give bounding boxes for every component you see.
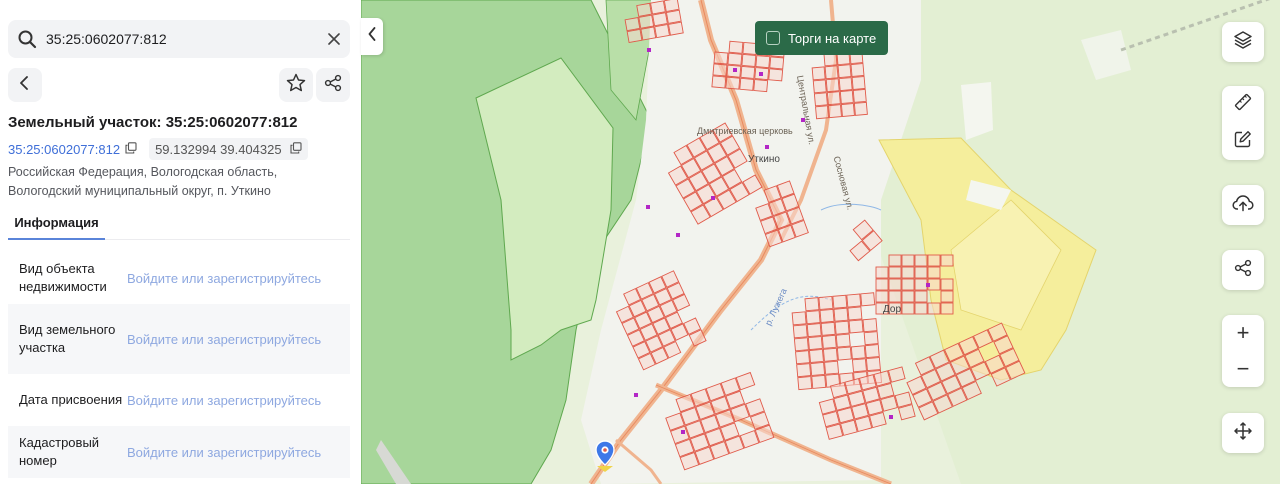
- info-table: Вид объекта недвижимости Войдите или зар…: [8, 252, 350, 478]
- parcel-group: [906, 322, 1026, 421]
- edit-icon: [1234, 130, 1252, 153]
- parcel-group: [791, 292, 883, 391]
- measure-tools: [1222, 86, 1264, 160]
- building-marker: [926, 283, 930, 287]
- login-register-link[interactable]: Войдите или зарегистрируйтесь: [127, 271, 321, 286]
- map-label-village: Уткино: [748, 154, 780, 165]
- copy-icon[interactable]: [125, 141, 137, 157]
- info-row-label: Вид объекта недвижимости: [19, 260, 107, 295]
- chevron-left-icon: [368, 27, 376, 46]
- login-register-link[interactable]: Войдите или зарегистрируйтесь: [127, 445, 321, 460]
- layers-icon: [1233, 30, 1253, 55]
- page-title: Земельный участок: 35:25:0602077:812: [8, 114, 298, 131]
- zoom-in-button[interactable]: +: [1222, 315, 1264, 351]
- login-register-link[interactable]: Войдите или зарегистрируйтесь: [127, 393, 321, 408]
- identifier-row: 35:25:0602077:812 59.132994 39.404325: [8, 138, 308, 160]
- move-icon: [1234, 421, 1252, 445]
- zoom-out-button[interactable]: −: [1222, 351, 1264, 387]
- search-bar: [8, 20, 350, 58]
- share-icon: [1234, 259, 1252, 282]
- clear-icon[interactable]: [318, 20, 350, 58]
- ruler-button[interactable]: [1222, 86, 1264, 123]
- building-marker: [681, 430, 685, 434]
- map-canvas[interactable]: Дмитриевская церковь Уткино Дор р. Лужег…: [361, 0, 1280, 484]
- cadastral-number-link[interactable]: 35:25:0602077:812: [8, 142, 137, 157]
- tab-divider: [105, 239, 350, 240]
- map-label-church: Дмитриевская церковь: [697, 126, 793, 136]
- info-row-label: Вид земельного участка: [19, 321, 116, 356]
- info-row-label: Кадастровый номер: [19, 434, 100, 469]
- building-marker: [765, 145, 769, 149]
- cadastral-parcels-layer: [615, 0, 1026, 471]
- share-icon: [324, 74, 342, 97]
- location-pin-icon[interactable]: [595, 440, 615, 477]
- map-share-control: [1222, 250, 1264, 290]
- move-control: [1222, 413, 1264, 453]
- panel-toolbar: [8, 68, 350, 102]
- back-arrow-icon: [19, 75, 31, 95]
- building-marker: [711, 196, 715, 200]
- share-button[interactable]: [316, 68, 350, 102]
- star-icon: [286, 73, 306, 97]
- info-panel: Земельный участок: 35:25:0602077:812 35:…: [0, 0, 361, 484]
- map-label-village-dor: Дор: [883, 304, 902, 315]
- address-text: Российская Федерация, Вологодская област…: [8, 165, 278, 198]
- ruler-icon: [1234, 93, 1252, 116]
- parcel-group: [811, 50, 868, 120]
- upload-control: [1222, 185, 1264, 225]
- coordinates-chip[interactable]: 59.132994 39.404325: [149, 138, 308, 160]
- upload-button[interactable]: [1222, 185, 1264, 225]
- info-row: Вид земельного участка Войдите или зарег…: [8, 304, 350, 374]
- login-register-link[interactable]: Войдите или зарегистрируйтесь: [127, 332, 321, 347]
- parcel-group: [665, 371, 775, 471]
- building-marker: [647, 48, 651, 52]
- building-marker: [889, 415, 893, 419]
- building-marker: [759, 72, 763, 76]
- building-marker: [646, 205, 650, 209]
- move-button[interactable]: [1222, 413, 1264, 453]
- info-row: Вид объекта недвижимости Войдите или зар…: [8, 252, 350, 304]
- map-share-button[interactable]: [1222, 250, 1264, 290]
- layers-control: [1222, 22, 1264, 62]
- info-row: Дата присвоения Войдите или зарегистриру…: [8, 374, 350, 426]
- back-button[interactable]: [8, 68, 42, 102]
- building-marker: [676, 233, 680, 237]
- collapse-panel-button[interactable]: [361, 18, 383, 55]
- edit-button[interactable]: [1222, 123, 1264, 160]
- info-row: Кадастровый номер Войдите или зарегистри…: [8, 426, 350, 478]
- torgi-toggle[interactable]: Торги на карте: [755, 21, 888, 55]
- building-marker: [634, 393, 638, 397]
- parcel-group: [849, 219, 883, 262]
- torgi-label: Торги на карте: [788, 30, 877, 46]
- copy-icon[interactable]: [290, 141, 302, 157]
- zoom-control: + −: [1222, 315, 1264, 387]
- upload-cloud-icon: [1232, 194, 1254, 217]
- parcel-group: [615, 270, 707, 371]
- tab-information[interactable]: Информация: [8, 206, 105, 240]
- building-marker: [733, 68, 737, 72]
- favorite-button[interactable]: [279, 68, 313, 102]
- torgi-checkbox[interactable]: [766, 31, 780, 45]
- coordinates-text: 59.132994 39.404325: [155, 141, 282, 157]
- cadastral-number-text: 35:25:0602077:812: [8, 141, 121, 157]
- parcel-group: [624, 0, 684, 43]
- layers-button[interactable]: [1222, 22, 1264, 62]
- search-icon[interactable]: [10, 20, 44, 58]
- search-input[interactable]: [44, 31, 318, 47]
- parcel-group: [755, 180, 809, 248]
- parcel-group: [667, 122, 763, 225]
- info-row-label: Дата присвоения: [19, 391, 123, 407]
